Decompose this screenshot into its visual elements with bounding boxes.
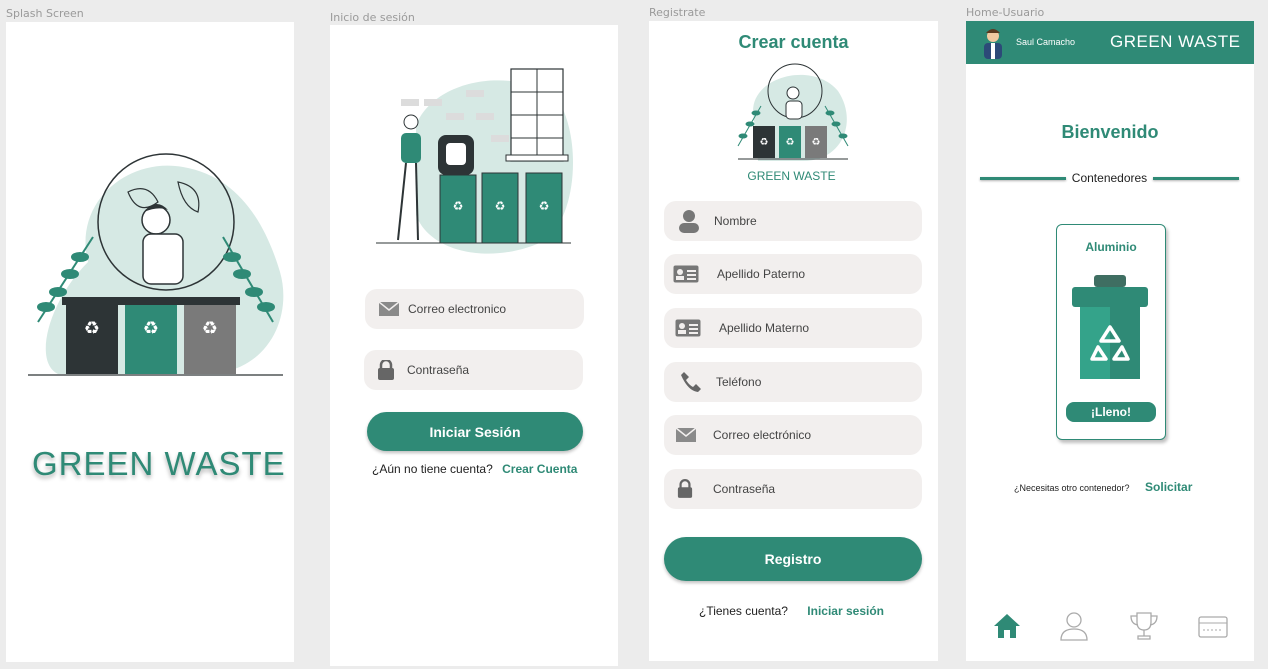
user-name: Saul Camacho [1016, 37, 1076, 47]
apellido-materno-field[interactable]: Apellido Materno [664, 308, 922, 348]
home-icon[interactable] [993, 612, 1021, 640]
password-field[interactable]: Contraseña [364, 350, 583, 390]
phone-icon [681, 372, 701, 392]
nombre-field[interactable]: Nombre [664, 201, 922, 241]
password-placeholder: Contraseña [407, 363, 470, 377]
trophy-icon[interactable] [1129, 611, 1159, 641]
lock-icon [378, 360, 394, 380]
frame-label-splash: Splash Screen [6, 7, 84, 20]
svg-text:♻: ♻ [495, 199, 506, 213]
trash-bin-icon [1072, 275, 1148, 379]
svg-text:♻: ♻ [812, 137, 821, 148]
card-icon[interactable] [1198, 615, 1228, 639]
apellido-paterno-field[interactable]: Apellido Paterno [664, 254, 922, 294]
contrasena-field[interactable]: Contraseña [664, 469, 922, 509]
correo-field[interactable]: Correo electrónico [664, 415, 922, 455]
person-icon [679, 210, 699, 233]
telefono-field[interactable]: Teléfono [664, 362, 922, 402]
register-title: Crear cuenta [738, 32, 849, 52]
splash-brand: GREEN WASTE [32, 445, 286, 482]
section-divider: Contenedores [980, 170, 1239, 188]
email-placeholder: Correo electronico [408, 302, 507, 316]
svg-text:♻: ♻ [760, 137, 769, 148]
welcome-title: Bienvenido [1061, 122, 1159, 142]
apellido-materno-placeholder: Apellido Materno [719, 321, 810, 335]
home-screen: Saul Camacho GREEN WASTE Bienvenido Cont… [966, 21, 1254, 661]
register-illustration: ♻ ♻ ♻ [737, 63, 849, 161]
user-avatar[interactable] [981, 27, 1005, 59]
envelope-icon [675, 427, 697, 442]
section-title: Contenedores [1071, 171, 1148, 185]
frame-label-login: Inicio de sesión [330, 11, 415, 24]
have-account-text: ¿Tienes cuenta? [699, 604, 788, 618]
email-field[interactable]: Correo electronico [365, 289, 584, 329]
splash-illustration: ♻ ♻ ♻ [28, 153, 284, 376]
home-header: Saul Camacho GREEN WASTE [966, 21, 1254, 64]
create-account-link[interactable]: Crear Cuenta [502, 462, 577, 476]
correo-placeholder: Correo electrónico [713, 428, 812, 442]
envelope-icon [378, 301, 400, 316]
user-icon[interactable] [1059, 611, 1089, 641]
svg-text:♻: ♻ [143, 318, 159, 339]
no-account-text: ¿Aún no tiene cuenta? [372, 462, 493, 476]
login-button[interactable]: Iniciar Sesión [367, 412, 583, 451]
request-text: ¿Necesitas otro contenedor? [1014, 483, 1130, 493]
svg-text:♻: ♻ [539, 199, 550, 213]
register-screen: Crear cuenta ♻ ♻ ♻ GREEN WASTE Nombre Apel… [649, 21, 938, 661]
frame-label-register: Registrate [649, 6, 706, 19]
telefono-placeholder: Teléfono [716, 375, 762, 389]
request-row: ¿Necesitas otro contenedor? Solicitar [1014, 478, 1192, 496]
apellido-paterno-placeholder: Apellido Paterno [717, 267, 806, 281]
register-button[interactable]: Registro [664, 537, 922, 581]
login-screen: ♻ ♻ ♻ Correo electronico Contraseña Inicia… [330, 25, 618, 666]
login-illustration: ♻ ♻ ♻ [376, 68, 573, 254]
register-brand: GREEN WASTE [747, 169, 836, 183]
splash-screen: ♻ ♻ ♻ GREEN WASTE [6, 22, 294, 662]
id-card-icon [675, 319, 701, 337]
container-status-badge: ¡Lleno! [1066, 402, 1156, 422]
id-card-icon [673, 265, 699, 283]
svg-text:♻: ♻ [786, 137, 795, 148]
create-account-row: ¿Aún no tiene cuenta? Crear Cuenta [372, 462, 577, 476]
svg-text:♻: ♻ [202, 318, 218, 339]
nombre-placeholder: Nombre [714, 214, 757, 228]
bottom-nav [966, 606, 1254, 646]
svg-text:♻: ♻ [84, 318, 100, 339]
contrasena-placeholder: Contraseña [713, 482, 776, 496]
svg-text:♻: ♻ [453, 199, 464, 213]
login-row: ¿Tienes cuenta? Iniciar sesión [699, 604, 884, 618]
lock-icon [677, 479, 693, 498]
container-card[interactable]: Aluminio ¡Lleno! [1056, 224, 1166, 440]
request-link[interactable]: Solicitar [1145, 480, 1192, 494]
container-name: Aluminio [1085, 240, 1137, 254]
frame-label-home: Home-Usuario [966, 6, 1045, 19]
login-link[interactable]: Iniciar sesión [807, 604, 884, 618]
app-title: GREEN WASTE [1110, 32, 1241, 51]
